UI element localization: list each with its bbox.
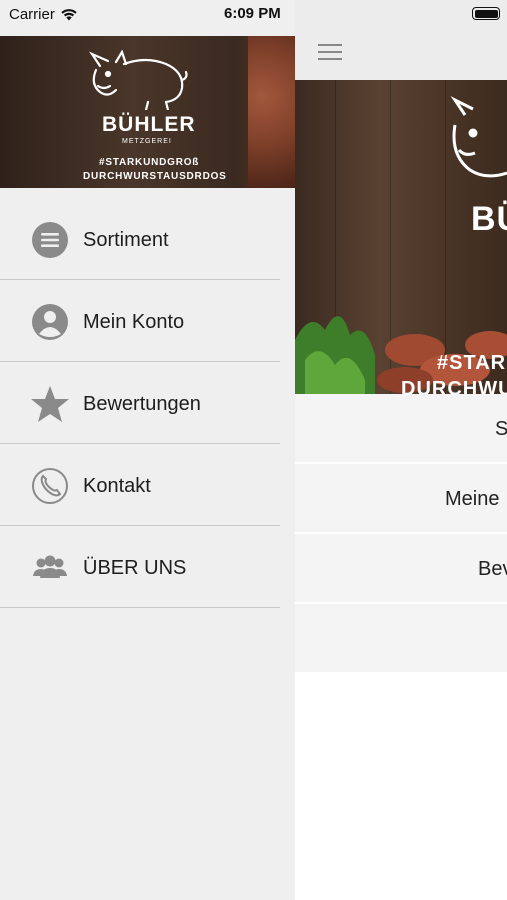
main-row-konto[interactable]: Meine — [295, 464, 507, 534]
main-list: S Meine Bev — [295, 394, 507, 674]
status-bar: Carrier 6:09 PM — [0, 0, 507, 30]
group-icon — [33, 555, 67, 578]
main-row-label: Meine — [445, 488, 500, 510]
user-icon — [32, 304, 68, 340]
meat-image — [248, 36, 295, 188]
main-row-sortiment[interactable]: S — [295, 394, 507, 464]
pig-logo-icon — [450, 96, 507, 178]
status-carrier: Carrier — [9, 6, 78, 23]
carrier-label: Carrier — [9, 6, 55, 23]
menu-item-mein-konto[interactable]: Mein Konto — [0, 280, 280, 362]
brand-subtitle: METZGEREI — [122, 138, 172, 145]
brand-tagline-2: DURCHWURSTAUSDRDOS — [83, 171, 227, 182]
phone-icon — [32, 468, 68, 504]
menu-item-sortiment[interactable]: Sortiment — [0, 198, 280, 280]
sausage-image — [295, 316, 507, 394]
menu-item-ueber-uns[interactable]: ÜBER UNS — [0, 526, 280, 608]
menu-item-label: Bewertungen — [83, 393, 201, 415]
main-screen[interactable]: BÜH #STAR DURCHWU S Meine Bev — [295, 0, 507, 900]
drawer-menu: Sortiment Mein Konto Bewertungen Kontakt — [0, 198, 280, 608]
pig-logo-icon — [89, 50, 188, 110]
menu-item-kontakt[interactable]: Kontakt — [0, 444, 280, 526]
list-icon — [32, 222, 68, 258]
menu-item-label: Sortiment — [83, 229, 169, 251]
brand-tagline-1: #STARKUNDGROß — [99, 157, 200, 168]
star-icon — [31, 386, 69, 422]
main-row-empty — [295, 604, 507, 674]
menu-item-label: Kontakt — [83, 475, 151, 497]
wifi-icon — [61, 9, 77, 21]
drawer-header-banner: BÜHLER METZGEREI #STARKUNDGROß DURCHWURS… — [0, 36, 295, 188]
status-time: 6:09 PM — [224, 5, 281, 22]
menu-item-label: ÜBER UNS — [83, 557, 187, 579]
main-row-bewertungen[interactable]: Bev — [295, 534, 507, 604]
main-hero-tagline-2: DURCHWU — [401, 378, 507, 394]
menu-item-label: Mein Konto — [83, 311, 185, 333]
main-hero-brand: BÜH — [471, 200, 507, 238]
main-row-label: S — [495, 418, 507, 441]
main-row-label: Bev — [478, 558, 507, 580]
brand-logo-text: BÜHLER — [102, 113, 196, 136]
battery-icon — [472, 7, 500, 20]
hamburger-menu-icon[interactable] — [318, 44, 342, 60]
main-hero-tagline-1: #STAR — [437, 352, 507, 374]
menu-item-bewertungen[interactable]: Bewertungen — [0, 362, 280, 444]
main-hero-banner: BÜH #STAR DURCHWU — [295, 80, 507, 394]
side-drawer: BÜHLER METZGEREI #STARKUNDGROß DURCHWURS… — [0, 0, 295, 900]
